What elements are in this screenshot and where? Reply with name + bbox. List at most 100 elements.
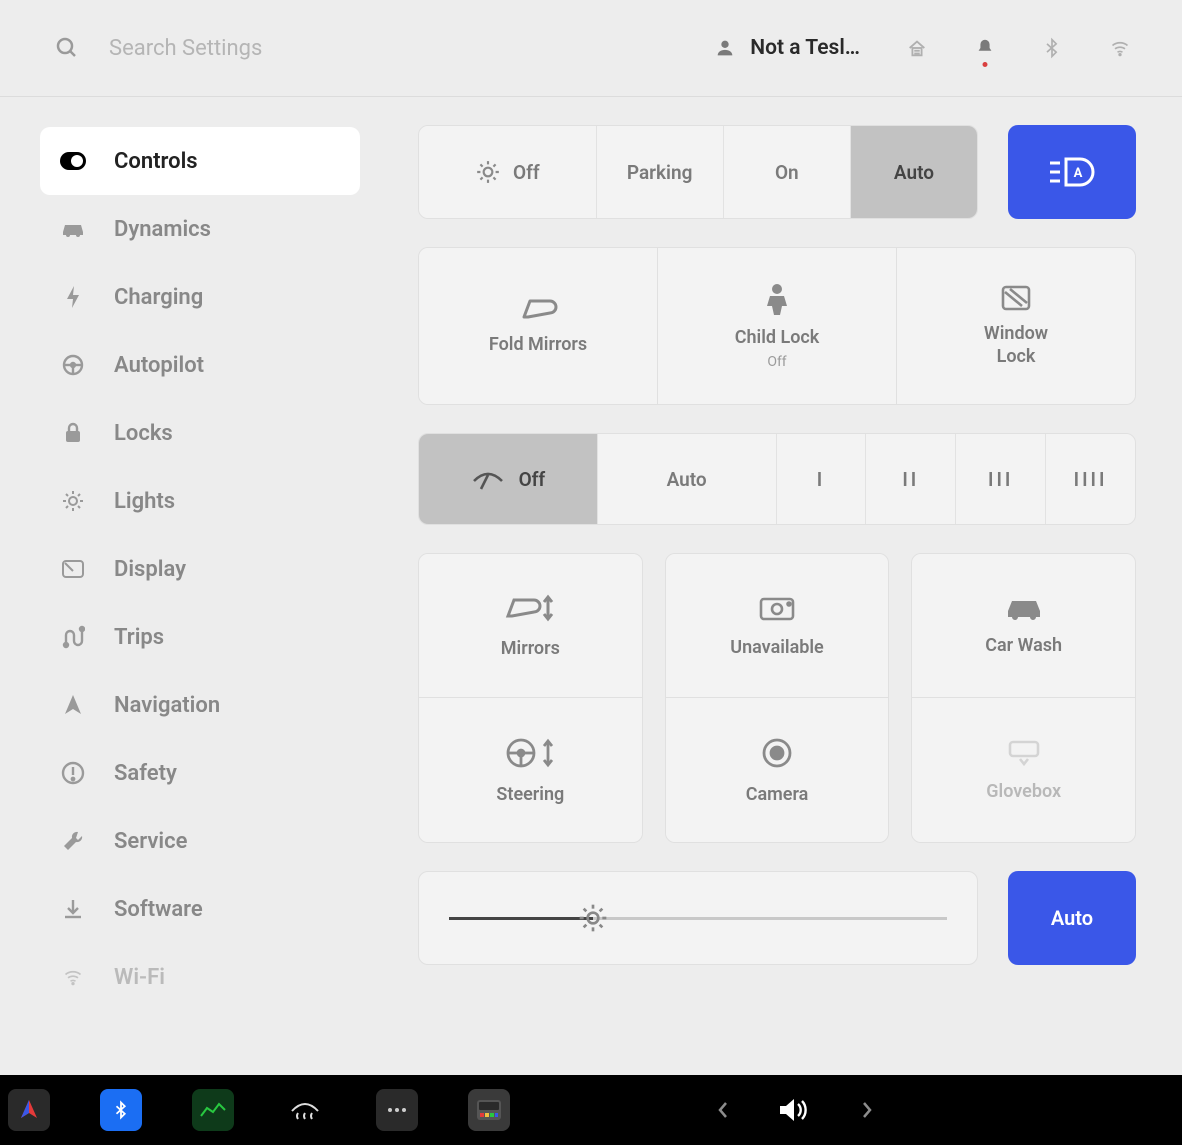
search-icon: [55, 36, 79, 60]
glovebox-button[interactable]: Glovebox: [912, 698, 1135, 842]
lights-option-label: Auto: [894, 161, 934, 184]
tile-label: Child Lock: [735, 326, 820, 349]
wiper-segmented-control: Off Auto I II III IIII: [418, 433, 1136, 525]
fold-mirrors-button[interactable]: Fold Mirrors: [419, 248, 658, 404]
lights-option-label: Parking: [627, 161, 693, 184]
cell-label: Glovebox: [986, 781, 1061, 802]
wrench-icon: [60, 828, 86, 854]
sidebar-item-service[interactable]: Service: [40, 807, 360, 875]
alert-icon: [60, 760, 86, 786]
dashcam-button[interactable]: Unavailable: [666, 554, 889, 698]
nav-icon: [60, 692, 86, 718]
car-wash-button[interactable]: Car Wash: [912, 554, 1135, 698]
sidebar-item-label: Dynamics: [114, 217, 211, 242]
wiper-option-2[interactable]: II: [866, 434, 956, 524]
cell-label: Steering: [496, 784, 564, 805]
lock-icon: [60, 420, 86, 446]
bolt-icon: [60, 284, 86, 310]
bluetooth-icon[interactable]: [1042, 36, 1062, 60]
wifi-icon: [60, 964, 86, 990]
sidebar-item-display[interactable]: Display: [40, 535, 360, 603]
quick-controls-row: Fold Mirrors Child Lock Off Window Lock: [418, 247, 1136, 405]
sun-icon: [60, 488, 86, 514]
car-icon: [60, 216, 86, 242]
sidebar-item-label: Locks: [114, 421, 173, 446]
bottom-bar: [0, 1075, 1182, 1145]
profile-button[interactable]: Not a Tesl…: [714, 36, 860, 60]
sidebar-item-autopilot[interactable]: Autopilot: [40, 331, 360, 399]
sidebar-item-dynamics[interactable]: Dynamics: [40, 195, 360, 263]
wiper-option-off[interactable]: Off: [419, 434, 598, 524]
lights-segmented-control: Off Parking On Auto: [418, 125, 978, 219]
notifications-icon[interactable]: [974, 37, 996, 59]
header: Not a Tesl…: [0, 0, 1182, 97]
lights-option-auto[interactable]: Auto: [851, 126, 977, 218]
wiper-option-3[interactable]: III: [956, 434, 1046, 524]
lights-option-on[interactable]: On: [724, 126, 851, 218]
search-input[interactable]: [109, 36, 714, 61]
homelink-icon[interactable]: [906, 37, 928, 59]
sidebar-item-trips[interactable]: Trips: [40, 603, 360, 671]
wiper-option-auto[interactable]: Auto: [598, 434, 777, 524]
tile-label: Fold Mirrors: [489, 333, 587, 356]
dock-defrost-icon[interactable]: [284, 1089, 326, 1131]
cell-label: Unavailable: [730, 637, 823, 658]
download-icon: [60, 896, 86, 922]
media-volume-icon[interactable]: [778, 1096, 812, 1124]
sidebar-item-label: Autopilot: [114, 353, 204, 378]
dock-more-icon[interactable]: [376, 1089, 418, 1131]
sidebar-item-label: Display: [114, 557, 186, 582]
sidebar-item-wifi[interactable]: Wi-Fi: [40, 943, 360, 1011]
sidebar-item-charging[interactable]: Charging: [40, 263, 360, 331]
sidebar-item-label: Trips: [114, 625, 164, 650]
sidebar-item-navigation[interactable]: Navigation: [40, 671, 360, 739]
sidebar-item-label: Navigation: [114, 693, 220, 718]
camera-button[interactable]: Camera: [666, 698, 889, 842]
sidebar-item-label: Controls: [114, 149, 198, 174]
mirrors-adjust-button[interactable]: Mirrors: [419, 554, 642, 698]
wiper-option-label: I: [817, 468, 825, 491]
sidebar: Controls Dynamics Charging Autopilot Loc…: [0, 97, 400, 1075]
wiper-option-1[interactable]: I: [777, 434, 867, 524]
sidebar-item-label: Lights: [114, 489, 175, 514]
dock-nav-icon[interactable]: [8, 1089, 50, 1131]
steering-adjust-button[interactable]: Steering: [419, 698, 642, 842]
display-icon: [60, 556, 86, 582]
brightness-slider[interactable]: [418, 871, 978, 965]
toggle-icon: [60, 148, 86, 174]
lights-option-label: Off: [513, 161, 540, 184]
steering-icon: [60, 352, 86, 378]
brightness-thumb[interactable]: [577, 902, 609, 934]
lights-option-parking[interactable]: Parking: [597, 126, 724, 218]
brightness-auto-button[interactable]: Auto: [1008, 871, 1136, 965]
cell-label: Camera: [746, 784, 809, 805]
wiper-option-4[interactable]: IIII: [1046, 434, 1135, 524]
child-lock-button[interactable]: Child Lock Off: [658, 248, 897, 404]
svg-text:A: A: [1074, 166, 1083, 181]
dock-bluetooth-icon[interactable]: [100, 1089, 142, 1131]
wiper-option-label: III: [988, 468, 1013, 491]
tile-sublabel: Off: [767, 354, 786, 370]
sidebar-item-lights[interactable]: Lights: [40, 467, 360, 535]
dock-dashcam-icon[interactable]: [468, 1089, 510, 1131]
sidebar-item-label: Wi-Fi: [114, 965, 165, 990]
sidebar-item-label: Service: [114, 829, 187, 854]
headlight-button[interactable]: A: [1008, 125, 1136, 219]
sidebar-item-safety[interactable]: Safety: [40, 739, 360, 807]
sidebar-item-controls[interactable]: Controls: [40, 127, 360, 195]
main-panel: Off Parking On Auto A Fold Mirrors: [400, 97, 1182, 1075]
window-lock-button[interactable]: Window Lock: [897, 248, 1135, 404]
media-prev-icon[interactable]: [716, 1100, 730, 1120]
lights-option-off[interactable]: Off: [419, 126, 597, 218]
sidebar-item-label: Safety: [114, 761, 177, 786]
wiper-option-label: IIII: [1074, 468, 1108, 491]
sidebar-item-label: Software: [114, 897, 203, 922]
media-next-icon[interactable]: [860, 1100, 874, 1120]
sidebar-item-software[interactable]: Software: [40, 875, 360, 943]
dock-energy-icon[interactable]: [192, 1089, 234, 1131]
sidebar-item-locks[interactable]: Locks: [40, 399, 360, 467]
profile-name: Not a Tesl…: [750, 36, 860, 60]
lights-option-label: On: [775, 161, 799, 184]
cell-label: Car Wash: [985, 635, 1062, 656]
wifi-icon[interactable]: [1108, 38, 1132, 58]
